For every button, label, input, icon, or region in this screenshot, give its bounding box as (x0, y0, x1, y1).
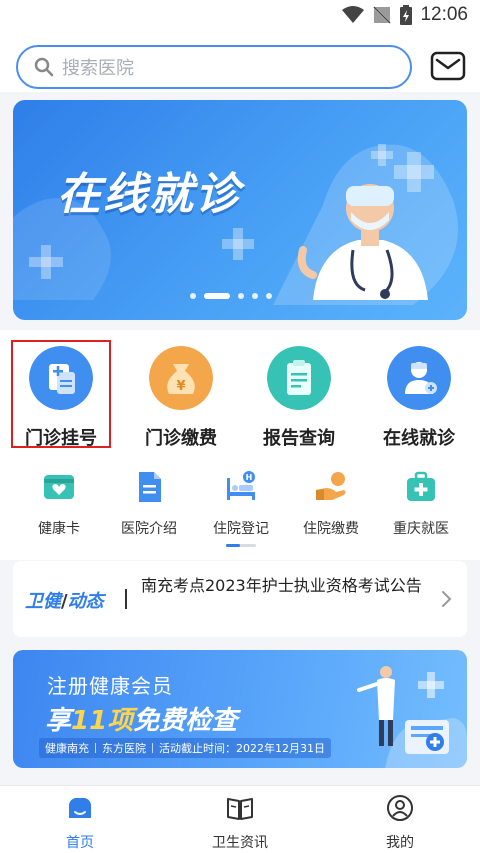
service-label: 医院介绍 (121, 521, 177, 537)
banner-carousel[interactable]: 在线就诊 (13, 100, 467, 320)
carousel-dot-active[interactable] (204, 293, 230, 299)
nav-label: 我的 (386, 835, 414, 851)
service-label: 重庆就医 (393, 521, 449, 537)
grid-page-indicator (226, 544, 256, 547)
carousel-dot[interactable] (252, 293, 258, 299)
chevron-right-icon (442, 591, 452, 607)
health-card-icon (44, 475, 74, 499)
service-hospital-intro[interactable]: 医院介绍 (104, 470, 194, 538)
service-outpatient-payment[interactable]: ¥ 门诊缴费 (126, 346, 236, 450)
clock: 12:06 (420, 4, 468, 25)
news-headline: 南充考点2023年护士执业资格考试公告 (141, 576, 422, 595)
search-placeholder: 搜索医院 (62, 58, 134, 79)
banner-title: 在线就诊 (57, 169, 241, 220)
service-label: 在线就诊 (383, 428, 455, 449)
search-input[interactable]: 搜索医院 (16, 45, 412, 89)
carousel-indicator (190, 293, 272, 299)
service-chongqing-medical[interactable]: 重庆就医 (376, 470, 466, 538)
carousel-dot[interactable] (238, 293, 244, 299)
svg-text:H: H (246, 473, 253, 482)
carousel-dot[interactable] (266, 293, 272, 299)
service-label: 住院缴费 (303, 521, 359, 537)
carousel-dot[interactable] (190, 293, 196, 299)
user-icon (387, 795, 413, 821)
search-row: 搜索医院 (0, 32, 480, 92)
nav-label: 首页 (66, 835, 94, 851)
highlight-box (11, 340, 111, 448)
nav-health-news[interactable]: 卫生资讯 (180, 794, 300, 852)
nav-home[interactable]: 首页 (20, 794, 140, 852)
news-category: 卫健/动态 (25, 591, 104, 612)
service-online-consultation[interactable]: 在线就诊 (364, 346, 474, 450)
no-signal-icon (372, 5, 393, 25)
promo-line1: 注册健康会员 (47, 674, 173, 698)
service-inpatient-registration[interactable]: H 住院登记 (196, 470, 286, 538)
service-label: 健康卡 (38, 521, 80, 537)
nav-mine[interactable]: 我的 (340, 794, 460, 852)
document-icon (139, 472, 161, 502)
service-health-card[interactable]: 健康卡 (14, 470, 104, 538)
message-icon[interactable] (430, 50, 466, 82)
search-icon (34, 57, 54, 77)
status-bar: 12:06 (0, 0, 480, 32)
service-label: 门诊缴费 (145, 428, 217, 449)
promo-banner[interactable]: 注册健康会员 享11项免费检查 健康南充 东方医院 活动截止时间：2022年12月3… (13, 650, 467, 768)
news-ticker[interactable]: 卫健/动态 南充考点2023年护士执业资格考试公告 (13, 561, 467, 637)
report-clipboard-icon (267, 346, 331, 410)
svg-text:¥: ¥ (176, 379, 185, 394)
payment-hand-icon (316, 472, 346, 500)
service-inpatient-payment[interactable]: 住院缴费 (286, 470, 376, 538)
home-icon (69, 798, 91, 818)
doctor-icon (387, 346, 451, 410)
book-icon (227, 798, 253, 820)
bottom-nav: 首页 卫生资讯 我的 (0, 785, 480, 853)
promo-footer: 健康南充 东方医院 活动截止时间：2022年12月31日 (39, 738, 331, 758)
hospital-bed-icon: H (227, 471, 255, 500)
money-bag-icon: ¥ (149, 346, 213, 410)
wifi-icon (342, 6, 365, 23)
promo-line2: 享11项免费检查 (45, 706, 238, 736)
battery-icon (400, 5, 413, 25)
service-report-query[interactable]: 报告查询 (244, 346, 354, 450)
medical-kit-icon (407, 471, 435, 501)
service-label: 住院登记 (213, 521, 269, 537)
divider (125, 589, 127, 609)
service-label: 报告查询 (263, 428, 335, 449)
nav-label: 卫生资讯 (212, 835, 268, 851)
